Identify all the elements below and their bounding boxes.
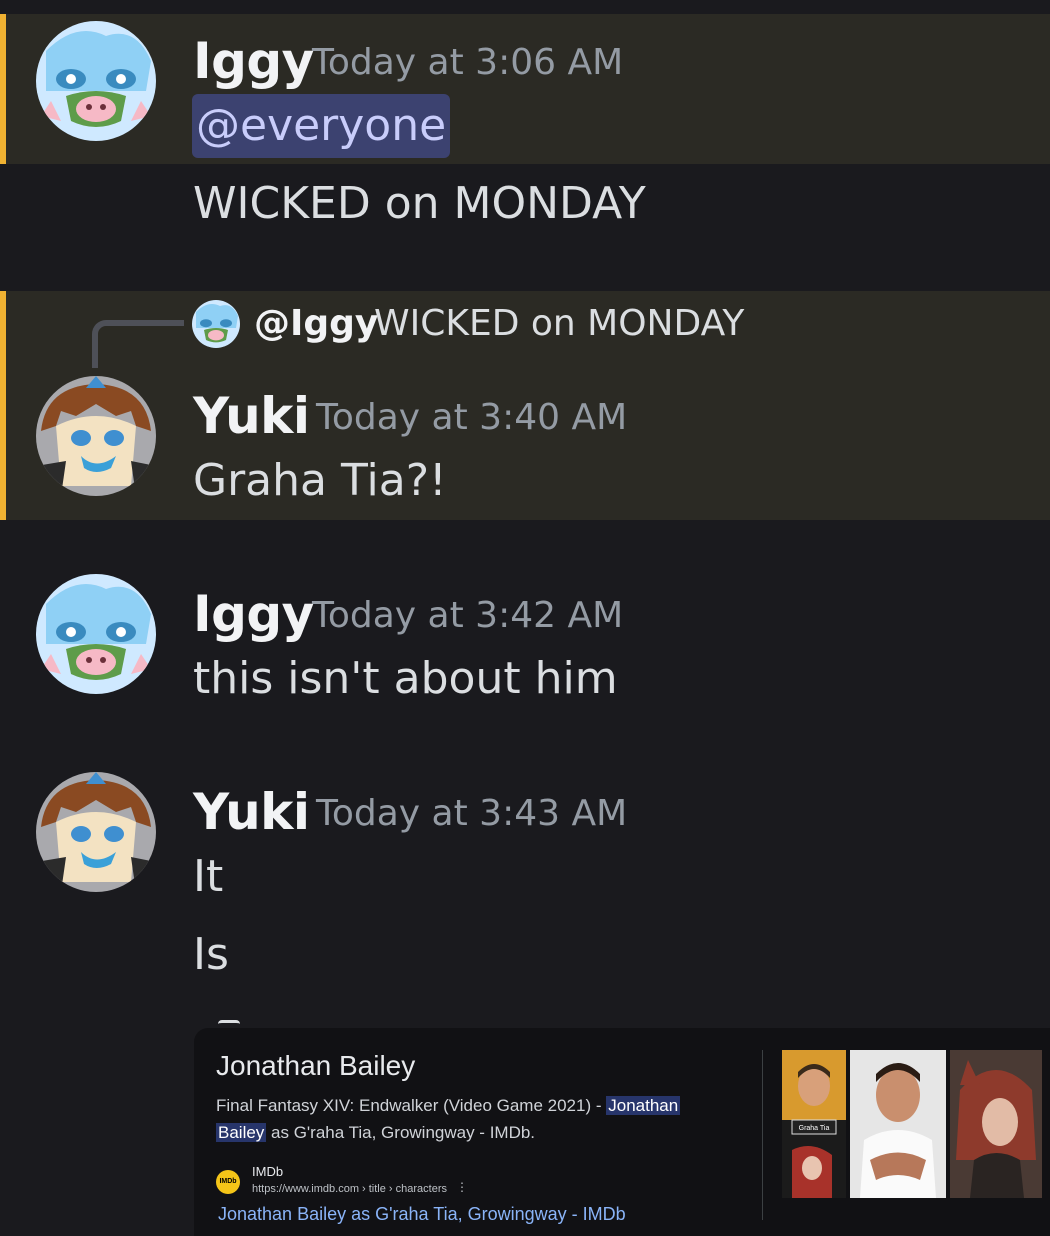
- desc-highlight: Bailey: [216, 1123, 267, 1142]
- image-attachment[interactable]: Jonathan Bailey Final Fantasy XIV: Endwa…: [194, 1028, 1050, 1236]
- result-title: Jonathan Bailey: [216, 1050, 416, 1081]
- top-strip: [0, 0, 1050, 14]
- desc-text: Final Fantasy XIV: Endwalker (Video Game…: [216, 1096, 607, 1115]
- message-text: Is: [193, 929, 229, 980]
- reply-connector: [92, 320, 184, 368]
- thumbnail-strip: Graha Tia: [782, 1050, 1042, 1198]
- author-name[interactable]: Yuki: [193, 783, 310, 841]
- thumbnail-1: Graha Tia: [782, 1050, 846, 1198]
- message-text: this isn't about him: [193, 653, 618, 704]
- message-text: WICKED on MONDAY: [193, 178, 646, 229]
- desc-text: as G'raha Tia, Growingway - IMDb.: [266, 1123, 536, 1142]
- timestamp[interactable]: Today at 3:43 AM: [316, 793, 627, 834]
- author-name[interactable]: Yuki: [193, 387, 310, 445]
- timestamp[interactable]: Today at 3:42 AM: [312, 595, 623, 636]
- thumbnail-2: [850, 1050, 946, 1198]
- source-url: https://www.imdb.com › title › character…: [252, 1183, 447, 1195]
- result-description: Final Fantasy XIV: Endwalker (Video Game…: [216, 1092, 736, 1146]
- reply-author[interactable]: @Iggy: [254, 303, 378, 344]
- iggy-avatar[interactable]: [36, 574, 156, 694]
- yuki-avatar[interactable]: [36, 376, 156, 496]
- result-link: Jonathan Bailey as G'raha Tia, Growingwa…: [218, 1204, 626, 1224]
- timestamp[interactable]: Today at 3:06 AM: [312, 42, 623, 83]
- message-highlight-iggy-1: [0, 14, 1050, 164]
- thumbnail-3: [950, 1050, 1042, 1198]
- mention-highlight-bar: [0, 14, 6, 164]
- imdb-logo: IMDb: [216, 1170, 240, 1194]
- thumbnail-label: Graha Tia: [799, 1125, 830, 1132]
- iggy-avatar[interactable]: [36, 21, 156, 141]
- author-name[interactable]: Iggy: [193, 32, 314, 90]
- reply-preview-text[interactable]: WICKED on MONDAY: [374, 303, 744, 344]
- divider: [762, 1050, 763, 1220]
- message-text: Graha Tia?!: [193, 455, 447, 506]
- source-name: IMDb: [252, 1164, 284, 1179]
- desc-highlight: Jonathan: [606, 1096, 681, 1115]
- message-text: It: [193, 851, 224, 902]
- timestamp[interactable]: Today at 3:40 AM: [316, 397, 627, 438]
- reply-avatar-iggy[interactable]: [192, 300, 240, 348]
- everyone-mention[interactable]: @everyone: [192, 94, 451, 158]
- more-vert-icon: ⋮: [456, 1180, 468, 1194]
- author-name[interactable]: Iggy: [193, 585, 314, 643]
- yuki-avatar[interactable]: [36, 772, 156, 892]
- mention-highlight-bar: [0, 291, 6, 520]
